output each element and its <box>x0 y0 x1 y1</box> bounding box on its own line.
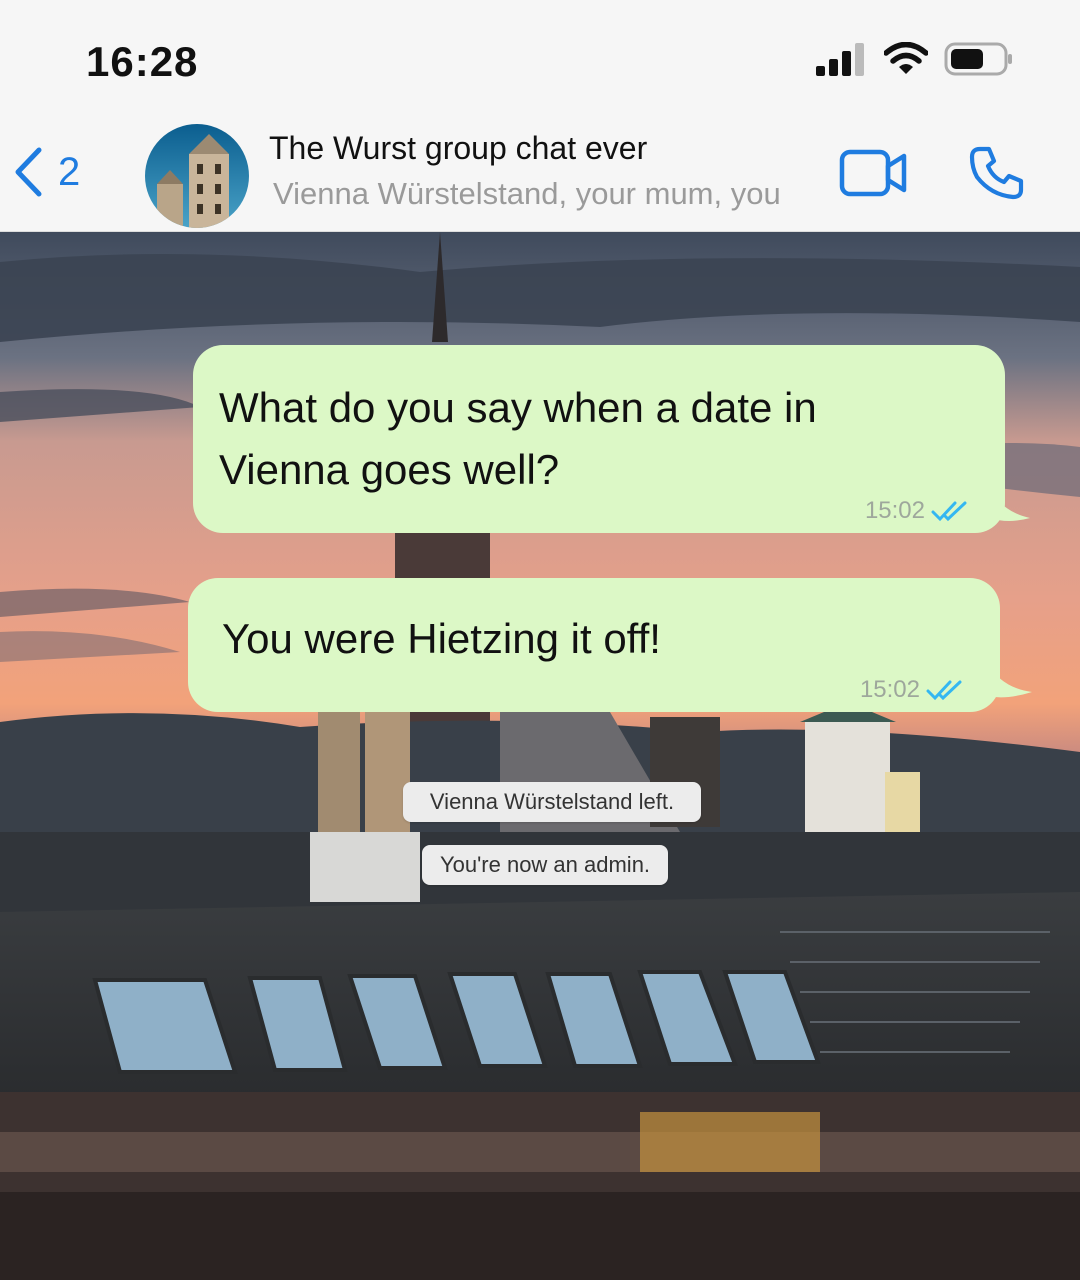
chat-title[interactable]: The Wurst group chat ever <box>269 130 647 167</box>
chat-participants[interactable]: Vienna Würstelstand, your mum, you <box>273 176 781 212</box>
status-time: 16:28 <box>86 38 199 85</box>
cellular-signal-icon <box>816 43 864 76</box>
message-time: 15:02 <box>859 676 920 703</box>
status-icons <box>816 42 1014 76</box>
read-ticks-icon <box>931 501 967 522</box>
system-message: Vienna Würstelstand left. <box>403 782 701 822</box>
video-call-button[interactable] <box>838 148 910 203</box>
wifi-icon <box>884 42 928 74</box>
message-meta: 15:02 <box>865 497 969 525</box>
message-bubble[interactable]: What do you say when a date in Vienna go… <box>193 345 1005 533</box>
read-ticks-icon <box>926 680 962 701</box>
message-text: What do you say when a date in Vienna go… <box>219 384 817 493</box>
unread-count: 2 <box>58 149 81 194</box>
battery-icon <box>944 42 1012 76</box>
chevron-left-icon <box>15 147 42 197</box>
message-time: 15:02 <box>864 497 925 524</box>
message-text: You were Hietzing it off! <box>222 615 661 662</box>
message-meta: 15:02 <box>860 676 964 704</box>
voice-call-button[interactable] <box>968 144 1026 207</box>
chat-area[interactable]: What do you say when a date in Vienna go… <box>0 232 1080 1280</box>
message-bubble[interactable]: You were Hietzing it off! 15:02 <box>188 578 1000 712</box>
system-message: You're now an admin. <box>422 845 668 885</box>
back-button[interactable]: 2 <box>12 146 80 198</box>
video-call-icon <box>839 149 907 197</box>
group-avatar[interactable] <box>145 124 249 228</box>
chat-header: 2 The Wurst group chat ever Vienna Würst… <box>0 118 1080 232</box>
status-bar: 16:28 <box>0 0 1080 118</box>
phone-icon <box>969 146 1024 200</box>
